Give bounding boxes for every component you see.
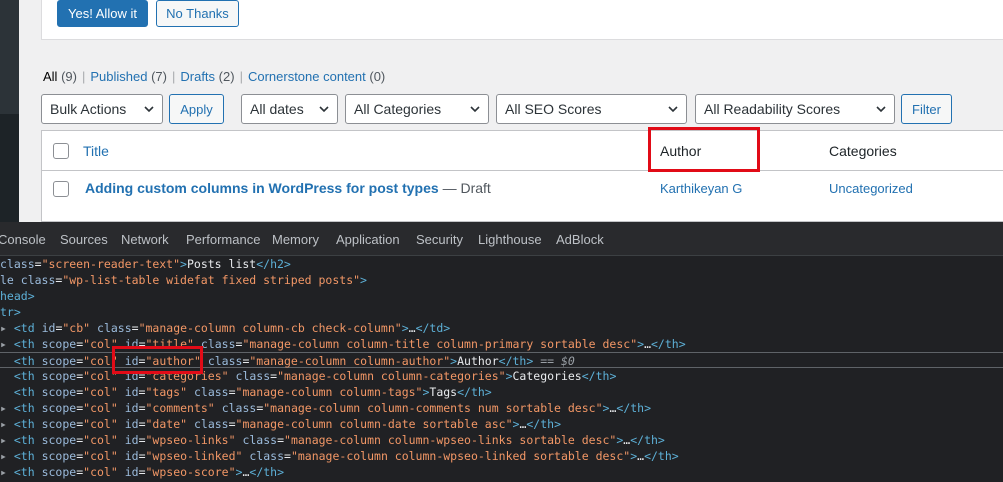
posts-table: Title Author Categories Adding custom co… xyxy=(41,130,1003,222)
chevron-down-icon xyxy=(470,106,480,113)
filter-button[interactable]: Filter xyxy=(901,94,952,124)
tab-network[interactable]: Network xyxy=(121,232,169,247)
id-author-highlight-box xyxy=(112,346,203,374)
column-title-header[interactable]: Title xyxy=(83,143,109,159)
status-all[interactable]: All xyxy=(43,69,57,84)
table-row-title[interactable]: Adding custom columns in WordPress for p… xyxy=(85,180,491,196)
dom-line[interactable]: ▸ <th scope="col" id="wpseo-links" class… xyxy=(0,432,1003,448)
admin-sidebar xyxy=(0,0,19,222)
dom-line[interactable]: ▸ <td id="cb" class="manage-column colum… xyxy=(0,320,1003,336)
status-drafts-count: (2) xyxy=(218,69,235,84)
chevron-down-icon xyxy=(319,106,329,113)
allow-button[interactable]: Yes! Allow it xyxy=(57,0,148,27)
status-all-count: (9) xyxy=(61,69,77,84)
dates-select[interactable]: All dates xyxy=(241,94,338,124)
tab-lighthouse[interactable]: Lighthouse xyxy=(478,232,542,247)
column-categories-header: Categories xyxy=(829,143,897,159)
chevron-down-icon xyxy=(668,106,678,113)
tab-performance[interactable]: Performance xyxy=(186,232,260,247)
status-cornerstone[interactable]: Cornerstone content xyxy=(248,69,366,84)
tab-security[interactable]: Security xyxy=(416,232,463,247)
categories-select[interactable]: All Categories xyxy=(345,94,489,124)
post-author-link[interactable]: Karthikeyan G xyxy=(660,181,742,196)
post-category-link[interactable]: Uncategorized xyxy=(829,181,913,196)
select-all-checkbox[interactable] xyxy=(53,143,69,159)
readability-value: All Readability Scores xyxy=(704,101,841,117)
tab-memory[interactable]: Memory xyxy=(272,232,319,247)
post-status-filter: All (9) | Published (7) | Drafts (2) | Corners… xyxy=(43,69,386,84)
dom-line[interactable]: le class="wp-list-table widefat fixed st… xyxy=(0,272,1003,288)
bulk-actions-select[interactable]: Bulk Actions xyxy=(41,94,163,124)
table-header: Title Author Categories xyxy=(42,131,1003,171)
dom-line[interactable]: ▸ <th scope="col" id="date" class="manag… xyxy=(0,416,1003,432)
status-published-count: (7) xyxy=(151,69,167,84)
dom-line[interactable]: head> xyxy=(0,288,1003,304)
chevron-down-icon xyxy=(876,106,886,113)
apply-button[interactable]: Apply xyxy=(169,94,224,124)
admin-sidebar-lower xyxy=(0,114,19,222)
categories-value: All Categories xyxy=(354,101,442,117)
bulk-actions-value: Bulk Actions xyxy=(50,101,127,117)
dom-line[interactable]: ▸ <th scope="col" id="wpseo-linked" clas… xyxy=(0,448,1003,464)
author-highlight-box xyxy=(648,127,760,172)
dom-line[interactable]: ▸ <th scope="col" id="comments" class="m… xyxy=(0,400,1003,416)
dom-line[interactable]: tr> xyxy=(0,304,1003,320)
tab-adblock[interactable]: AdBlock xyxy=(556,232,604,247)
dates-value: All dates xyxy=(250,101,304,117)
dom-line[interactable]: class="screen-reader-text">Posts list</h… xyxy=(0,256,1003,272)
post-title-link[interactable]: Adding custom columns in WordPress for p… xyxy=(85,180,439,196)
seo-scores-select[interactable]: All SEO Scores xyxy=(496,94,687,124)
row-checkbox[interactable] xyxy=(53,181,69,197)
dom-line[interactable]: <th scope="col" id="tags" class="manage-… xyxy=(0,384,1003,400)
seo-scores-value: All SEO Scores xyxy=(505,101,602,117)
dom-line[interactable]: ▸ <th scope="col" id="wpseo-score">…</th… xyxy=(0,464,1003,480)
tab-console[interactable]: Console xyxy=(0,232,46,247)
post-state: — Draft xyxy=(442,180,491,196)
status-published[interactable]: Published xyxy=(90,69,147,84)
chevron-down-icon xyxy=(144,106,154,113)
tab-application[interactable]: Application xyxy=(336,232,400,247)
no-thanks-button[interactable]: No Thanks xyxy=(156,0,239,27)
tab-sources[interactable]: Sources xyxy=(60,232,108,247)
notice-box: Yes! Allow it No Thanks xyxy=(41,0,1003,40)
status-cornerstone-count: (0) xyxy=(369,69,386,84)
readability-select[interactable]: All Readability Scores xyxy=(695,94,895,124)
devtools-tabbar: Console Sources Network Performance Memo… xyxy=(0,222,1003,256)
status-drafts[interactable]: Drafts xyxy=(180,69,215,84)
